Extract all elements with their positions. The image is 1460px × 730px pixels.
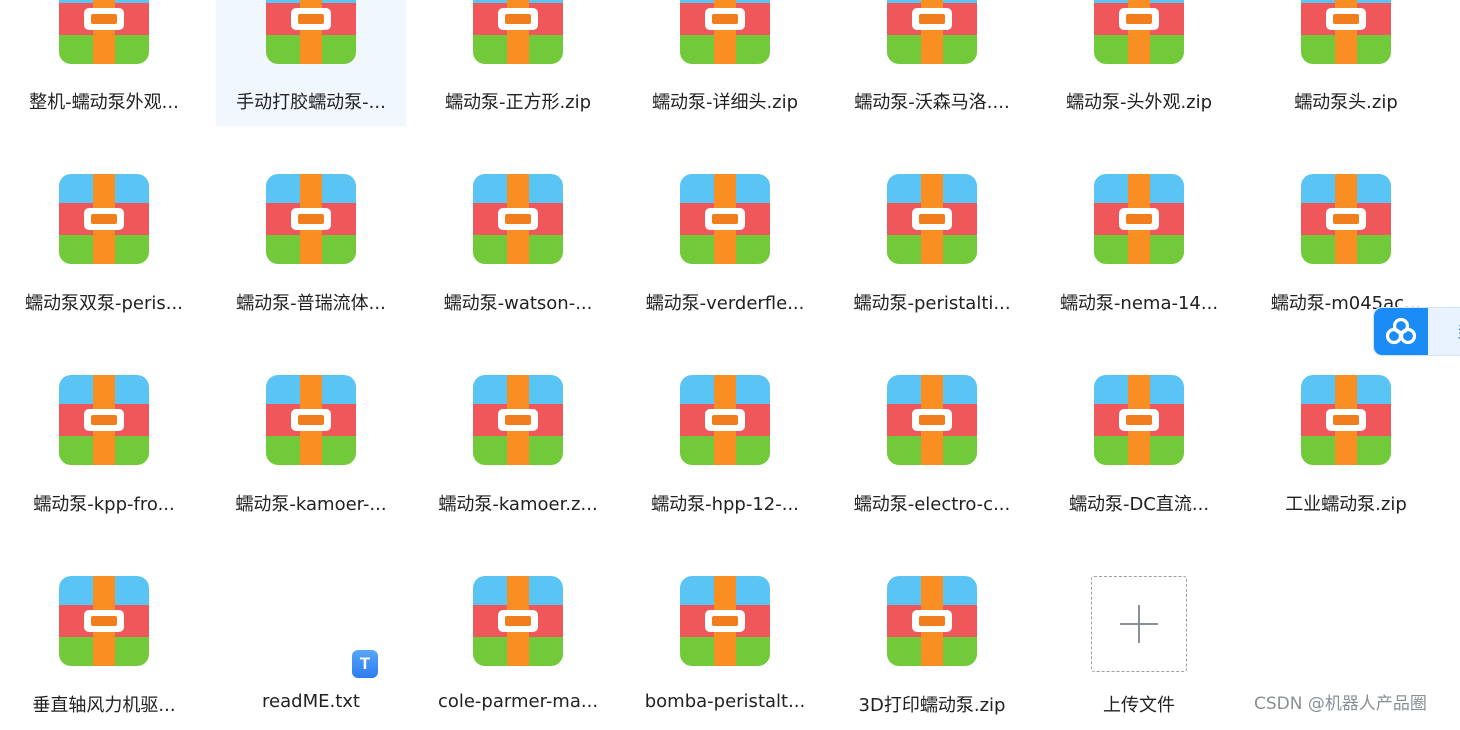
upload-label: 上传文件 xyxy=(1103,695,1175,716)
file-name: 蠕动泵-详细头.zip xyxy=(651,92,799,113)
file-name: 蠕动泵-DC直流... xyxy=(1068,494,1210,515)
zip-file-icon xyxy=(473,174,563,264)
file-name: 蠕动泵-kamoer.z... xyxy=(438,494,598,515)
zip-file-icon xyxy=(680,576,770,666)
file-name: bomba-peristalt... xyxy=(644,691,806,712)
file-item[interactable]: 垂直轴风力机驱... xyxy=(9,570,199,730)
zip-file-icon xyxy=(1301,375,1391,465)
file-name: 蠕动泵-nema-14... xyxy=(1059,293,1219,314)
zip-file-icon xyxy=(1301,0,1391,64)
zip-file-icon xyxy=(266,0,356,64)
file-item[interactable]: 整机-蠕动泵外观... xyxy=(9,0,199,128)
zip-file-icon xyxy=(59,576,149,666)
file-name: cole-parmer-ma... xyxy=(437,691,599,712)
file-name: 整机-蠕动泵外观... xyxy=(29,92,179,113)
file-name: 垂直轴风力机驱... xyxy=(32,695,176,716)
file-name: 蠕动泵-peristalti... xyxy=(853,293,1011,314)
file-name: 手动打胶蠕动泵-... xyxy=(236,92,386,113)
zip-file-icon xyxy=(680,375,770,465)
watermark: CSDN @机器人产品圈 xyxy=(1254,694,1427,714)
file-item[interactable]: 蠕动泵-hpp-12-... xyxy=(630,369,820,529)
file-item[interactable]: 蠕动泵-头外观.zip xyxy=(1044,0,1234,128)
file-name: 蠕动泵-正方形.zip xyxy=(444,92,592,113)
zip-file-icon xyxy=(1094,375,1184,465)
file-grid: 整机-蠕动泵外观... 手动打胶蠕动泵-... 蠕动泵-正方形.zip 蠕动泵-详细头… xyxy=(0,0,1460,721)
zip-file-icon xyxy=(59,174,149,264)
file-item[interactable]: 蠕动泵双泵-peris... xyxy=(9,168,199,328)
file-item[interactable]: 蠕动泵-electro-c... xyxy=(837,369,1027,529)
cloud-widget-icon-bg xyxy=(1374,308,1428,355)
file-item[interactable]: 3D打印蠕动泵.zip xyxy=(837,570,1027,730)
file-item[interactable]: 蠕动泵-正方形.zip xyxy=(423,0,613,128)
zip-file-icon xyxy=(1301,174,1391,264)
file-item[interactable]: 蠕动泵-详细头.zip xyxy=(630,0,820,128)
file-item[interactable]: 蠕动泵-m045ac... xyxy=(1251,168,1441,328)
file-item[interactable]: 蠕动泵-nema-14... xyxy=(1044,168,1234,328)
upload-file-button[interactable]: 上传文件 xyxy=(1044,570,1234,730)
file-name: 3D打印蠕动泵.zip xyxy=(858,695,1006,716)
zip-file-icon xyxy=(887,0,977,64)
file-item[interactable]: 蠕动泵-kpp-fro... xyxy=(9,369,199,529)
zip-file-icon xyxy=(1094,174,1184,264)
file-item[interactable]: 手动打胶蠕动泵-... xyxy=(216,0,406,126)
zip-file-icon xyxy=(473,576,563,666)
zip-file-icon xyxy=(680,174,770,264)
file-item[interactable]: 蠕动泵头.zip xyxy=(1251,0,1441,128)
file-name: 蠕动泵-头外观.zip xyxy=(1065,92,1213,113)
file-item[interactable]: 蠕动泵-peristalti... xyxy=(837,168,1027,328)
plus-icon xyxy=(1091,576,1187,672)
file-name: 蠕动泵-kamoer-... xyxy=(235,494,387,515)
file-name: 蠕动泵-hpp-12-... xyxy=(651,494,799,515)
zip-file-icon xyxy=(473,0,563,64)
file-name: 蠕动泵-verderfle... xyxy=(645,293,805,314)
file-name: 工业蠕动泵.zip xyxy=(1285,494,1407,515)
zip-file-icon xyxy=(887,576,977,666)
file-item[interactable]: 蠕动泵-kamoer.z... xyxy=(423,369,613,529)
cloud-icon xyxy=(1385,317,1417,345)
file-item[interactable]: bomba-peristalt... xyxy=(630,570,820,730)
zip-file-icon xyxy=(266,174,356,264)
zip-file-icon xyxy=(266,375,356,465)
file-item[interactable]: 蠕动泵-watson-... xyxy=(423,168,613,328)
file-name: readME.txt xyxy=(262,691,360,712)
txt-file-icon: T xyxy=(352,650,378,678)
file-name: 蠕动泵头.zip xyxy=(1294,92,1398,113)
file-name: 蠕动泵-沃森马洛.... xyxy=(854,92,1010,113)
cloud-sync-widget[interactable]: 封 xyxy=(1373,307,1460,356)
zip-file-icon xyxy=(680,0,770,64)
file-name: 蠕动泵-electro-c... xyxy=(853,494,1011,515)
file-item[interactable]: 工业蠕动泵.zip xyxy=(1251,369,1441,529)
file-item[interactable]: 蠕动泵-沃森马洛.... xyxy=(837,0,1027,128)
file-item[interactable]: TreadME.txt xyxy=(216,570,406,730)
file-name: 蠕动泵-普瑞流体... xyxy=(236,293,386,314)
file-item[interactable]: 蠕动泵-kamoer-... xyxy=(216,369,406,529)
zip-file-icon xyxy=(59,375,149,465)
zip-file-icon xyxy=(1094,0,1184,64)
file-name: 蠕动泵-kpp-fro... xyxy=(33,494,175,515)
zip-file-icon xyxy=(59,0,149,64)
zip-file-icon xyxy=(887,375,977,465)
file-item[interactable]: cole-parmer-ma... xyxy=(423,570,613,730)
file-item[interactable]: 蠕动泵-DC直流... xyxy=(1044,369,1234,529)
file-item[interactable]: 蠕动泵-verderfle... xyxy=(630,168,820,328)
file-name: 蠕动泵双泵-peris... xyxy=(25,293,183,314)
file-name: 蠕动泵-watson-... xyxy=(443,293,593,314)
zip-file-icon xyxy=(473,375,563,465)
zip-file-icon xyxy=(887,174,977,264)
file-item[interactable]: 蠕动泵-普瑞流体... xyxy=(216,168,406,328)
